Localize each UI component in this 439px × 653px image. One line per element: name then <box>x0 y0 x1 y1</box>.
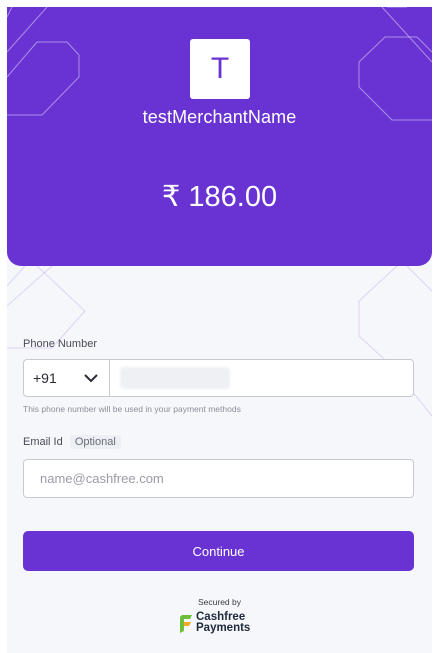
secured-by-label: Secured by <box>198 597 241 607</box>
email-label: Email Id <box>23 436 63 448</box>
email-input[interactable] <box>23 459 414 498</box>
payment-amount: ₹ 186.00 <box>161 181 278 213</box>
email-label-row: Email Id Optional <box>23 435 121 449</box>
cashfree-wordmark: Cashfree Payments <box>196 611 251 634</box>
phone-number-label: Phone Number <box>23 338 97 350</box>
chevron-down-icon <box>84 373 98 383</box>
phone-number-redacted <box>120 367 230 389</box>
optional-badge: Optional <box>69 435 121 449</box>
brand-line-2: Payments <box>196 622 251 634</box>
merchant-header: T testMerchantName ₹ 186.00 <box>7 7 432 266</box>
phone-number-field: +91 <box>23 359 414 397</box>
phone-hint: This phone number will be used in your p… <box>23 404 241 414</box>
merchant-logo: T <box>190 39 250 99</box>
merchant-logo-letter: T <box>210 52 230 85</box>
cashfree-logo-icon <box>180 615 192 633</box>
cashfree-brand: Cashfree Payments <box>179 611 251 634</box>
phone-number-input[interactable] <box>110 360 413 396</box>
checkout-frame: T testMerchantName ₹ 186.00 Phone Number… <box>7 7 432 653</box>
country-code-select[interactable]: +91 <box>24 360 110 396</box>
country-code-value: +91 <box>33 370 57 386</box>
merchant-name: testMerchantName <box>142 107 297 127</box>
continue-button[interactable]: Continue <box>23 531 414 571</box>
